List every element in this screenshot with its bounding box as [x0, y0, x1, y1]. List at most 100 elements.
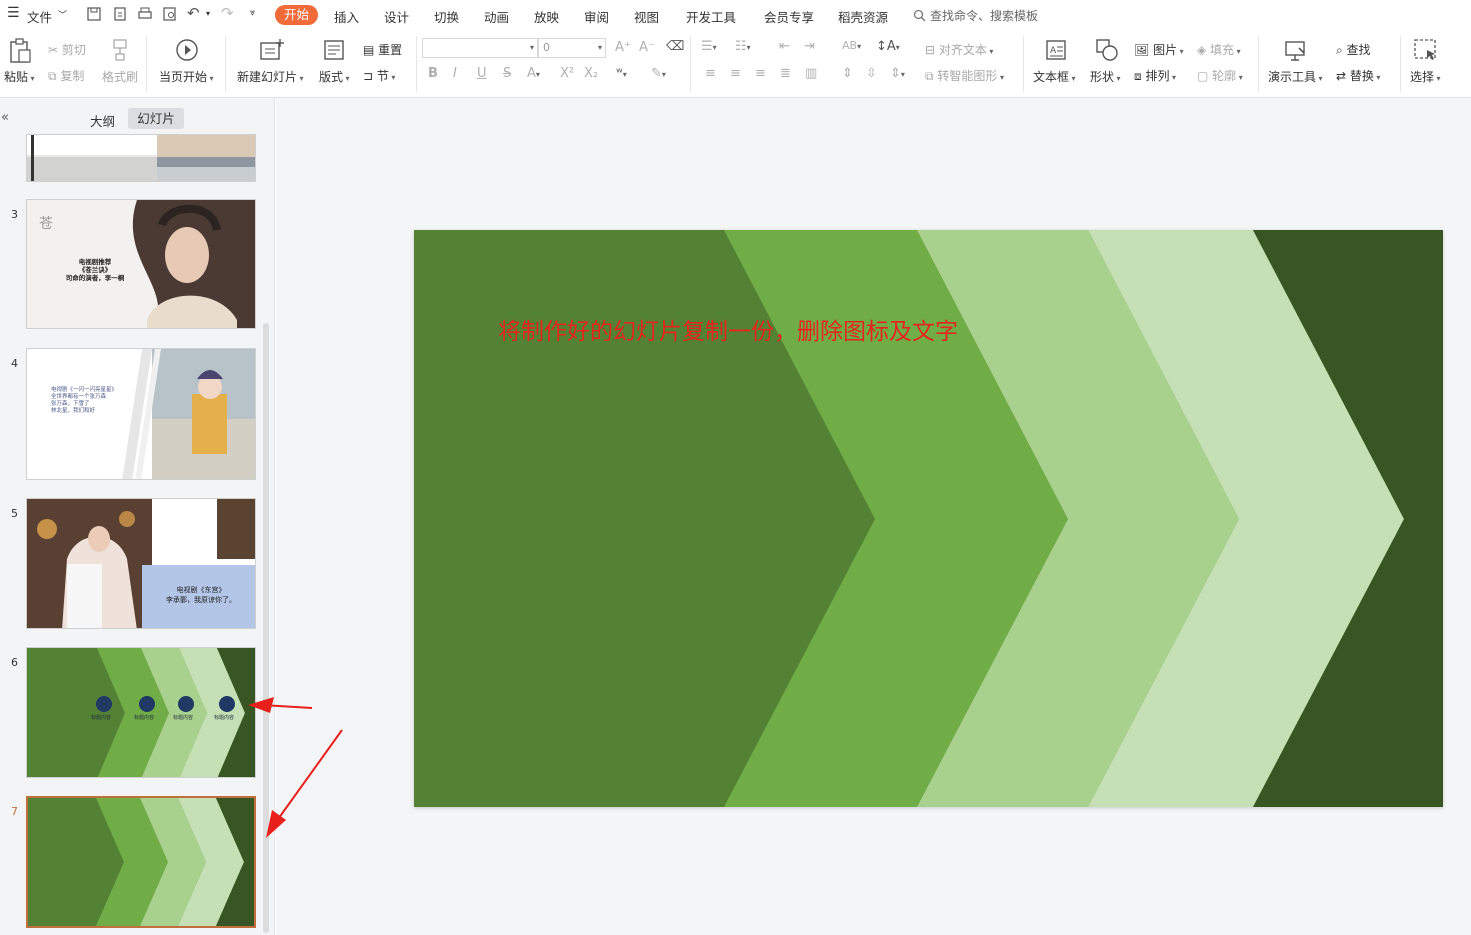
tab-view[interactable]: 视图 [634, 7, 659, 26]
find-button[interactable]: ⌕ 查找 [1336, 41, 1371, 58]
hamburger-icon[interactable]: ☰ [7, 5, 20, 21]
select-button[interactable]: 选择 ▾ [1410, 68, 1441, 85]
collapse-panel-icon[interactable]: « [1, 110, 9, 125]
presentation-tools-icon[interactable] [1284, 39, 1308, 63]
italic-icon[interactable]: I [453, 66, 457, 81]
tab-slides[interactable]: 幻灯片 [128, 108, 184, 129]
thumbnail-scrollbar[interactable] [263, 323, 269, 933]
line-spacing-icon[interactable]: ⇕ [842, 66, 853, 81]
text-direction-icon[interactable]: AB▾ [842, 39, 861, 52]
layout-button[interactable]: 版式 ▾ [319, 68, 350, 85]
convert-smartart-button[interactable]: ⧉ 转智能图形 ▾ [925, 67, 1004, 84]
play-icon[interactable] [175, 38, 199, 62]
tab-review[interactable]: 审阅 [584, 7, 609, 26]
tab-slideshow[interactable]: 放映 [534, 7, 559, 26]
copy-button[interactable]: ⧉ 复制 [48, 67, 84, 84]
align-text-button[interactable]: ⊟ 对齐文本 ▾ [925, 41, 993, 58]
tab-start[interactable]: 开始 [275, 5, 318, 25]
tab-member[interactable]: 会员专享 [764, 7, 814, 26]
highlight-icon[interactable]: ✎▾ [651, 66, 666, 81]
slide-thumbnail-3[interactable]: 苍 电视剧推荐 《苍兰诀》 司命的演者，李一桐 [26, 199, 256, 329]
new-slide-button[interactable]: 新建幻灯片 ▾ [237, 68, 304, 85]
increase-font-icon[interactable]: A⁺ [615, 40, 631, 55]
fill-button[interactable]: ◈ 填充 ▾ [1197, 41, 1241, 58]
chevron-down-icon[interactable]: ﹀ [58, 8, 67, 21]
ribbon-divider [146, 36, 147, 92]
numbered-list-icon[interactable]: ☷▾ [735, 39, 751, 54]
picture-button[interactable]: 🖼 图片 ▾ [1134, 41, 1184, 58]
shape-button[interactable]: 形状 ▾ [1090, 68, 1121, 85]
section-button[interactable]: ⊐ 节 ▾ [363, 67, 395, 84]
ribbon-divider [690, 36, 691, 92]
paste-icon[interactable] [8, 38, 32, 64]
distribute-icon[interactable]: ▥ [805, 66, 817, 81]
font-name-input[interactable]: ▾ [422, 38, 538, 58]
more-quick-access-icon[interactable]: ⩔ [250, 8, 255, 18]
font-color-icon[interactable]: A▾ [527, 66, 540, 81]
undo-dropdown-icon[interactable]: ▾ [206, 9, 210, 18]
tab-transition[interactable]: 切换 [434, 7, 459, 26]
superscript-icon[interactable]: X² [560, 66, 574, 81]
tab-docer-resources[interactable]: 稻壳资源 [838, 7, 888, 26]
cut-button[interactable]: ✂ 剪切 [48, 41, 86, 58]
bullet-list-icon[interactable]: ☰▾ [701, 39, 717, 54]
slide-3-line: 司命的演者，李一桐 [65, 274, 125, 282]
tab-insert[interactable]: 插入 [334, 7, 359, 26]
justify-icon[interactable]: ≣ [780, 66, 791, 81]
slide-thumbnail-5[interactable]: 电视剧《东宫》 李承鄞，我原谅你了。 [26, 498, 256, 629]
slide-thumbnail-2[interactable] [26, 134, 256, 182]
slide-6-label: 标题内容 [173, 715, 194, 721]
shape-icon[interactable] [1095, 38, 1119, 62]
format-painter-icon[interactable] [110, 38, 130, 62]
outline-button[interactable]: ▢ 轮廓 ▾ [1197, 67, 1243, 84]
replace-button[interactable]: ⇄ 替换 ▾ [1336, 67, 1380, 84]
reset-button[interactable]: ▤ 重置 [363, 41, 402, 58]
align-left-icon[interactable]: ≡ [705, 66, 716, 81]
line-spacing-sort-icon[interactable]: ↕A▾ [876, 39, 900, 54]
export-pdf-icon[interactable] [112, 6, 128, 22]
select-icon[interactable] [1413, 38, 1439, 64]
format-painter-button[interactable]: 格式刷 [102, 68, 138, 85]
slide-instruction-text[interactable]: 将制作好的幻灯片复制一份，删除图标及文字 [498, 312, 958, 346]
tab-outline[interactable]: 大纲 [90, 111, 115, 130]
ribbon-divider [1023, 36, 1024, 92]
print-icon[interactable] [137, 6, 153, 22]
align-right-icon[interactable]: ≡ [755, 66, 766, 81]
paste-button[interactable]: 粘贴 ▾ [4, 68, 35, 85]
layout-icon[interactable] [323, 39, 345, 61]
print-preview-icon[interactable] [162, 6, 178, 22]
phonetic-guide-icon[interactable]: ʷ▾ [616, 66, 627, 81]
subscript-icon[interactable]: X₂ [584, 66, 598, 81]
align-center-icon[interactable]: ≡ [730, 66, 741, 81]
slide-thumbnail-4[interactable]: 电视剧《一闪一闪亮星星》 全世界都有一个张万森 张万森，下雪了 林北星，我们和好 [26, 348, 256, 480]
clear-format-icon[interactable]: ⌫ [666, 39, 684, 54]
command-search[interactable]: 查找命令、搜索模板 [913, 6, 1038, 24]
undo-icon[interactable]: ↶ [187, 4, 200, 22]
slide-6-preview [27, 648, 255, 777]
slide-3-line: 《苍兰诀》 [78, 266, 112, 274]
strikethrough-icon[interactable]: S [503, 66, 511, 81]
save-icon[interactable] [86, 6, 102, 22]
play-from-current-button[interactable]: 当页开始 ▾ [159, 68, 214, 85]
spacing-options-icon[interactable]: ⇕▾ [890, 66, 905, 81]
tab-animation[interactable]: 动画 [484, 7, 509, 26]
bold-icon[interactable]: B [428, 66, 438, 81]
font-size-input[interactable]: 0 ▾ [538, 38, 606, 58]
decrease-indent-icon[interactable]: ⇤ [779, 39, 790, 54]
tab-developer[interactable]: 开发工具 [686, 7, 736, 26]
slide-4-line: 全世界都有一个张万森 [51, 394, 107, 400]
textbox-button[interactable]: 文本框 ▾ [1033, 68, 1076, 85]
increase-indent-icon[interactable]: ⇥ [804, 39, 815, 54]
arrange-button[interactable]: ⧈ 排列 ▾ [1134, 67, 1176, 84]
decrease-font-icon[interactable]: A⁻ [639, 40, 655, 55]
redo-icon[interactable]: ↷ [221, 4, 234, 22]
tab-design[interactable]: 设计 [384, 7, 409, 26]
underline-icon[interactable]: U [477, 66, 487, 81]
textbox-icon[interactable]: A [1045, 39, 1067, 61]
slide-thumbnail-7[interactable] [26, 796, 256, 928]
slide-thumbnail-6[interactable]: 标题内容 标题内容 标题内容 标题内容 [26, 647, 256, 778]
menu-file[interactable]: 文件 [27, 7, 52, 26]
new-slide-icon[interactable] [259, 38, 285, 62]
presentation-tools-button[interactable]: 演示工具 ▾ [1268, 68, 1323, 85]
paragraph-spacing-icon[interactable]: ⇳ [866, 66, 877, 81]
